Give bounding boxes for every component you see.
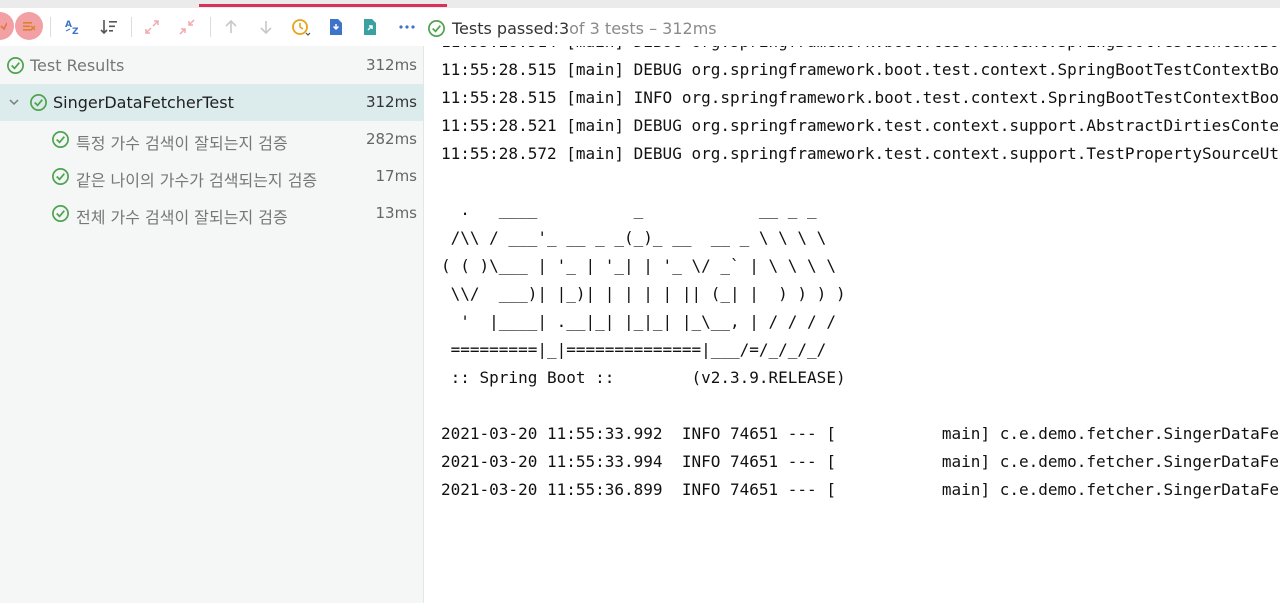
next-failed-test-button[interactable] — [252, 13, 280, 41]
console-line: 2021-03-20 11:55:33.992 INFO 74651 --- [… — [441, 424, 1280, 443]
tree-item-label: 전체 가수 검색이 잘되는지 검증 — [76, 208, 288, 227]
svg-text:A: A — [65, 20, 72, 30]
passed-check-icon — [52, 168, 69, 185]
console-line: ' |____| .__|_| |_|_| |_\__, | / / / / — [441, 312, 836, 331]
show-passed-toggle-button[interactable] — [0, 12, 14, 40]
tree-item-time: 13ms — [375, 204, 417, 222]
passed-check-icon — [52, 131, 69, 148]
check-icon — [0, 22, 7, 31]
tree-item-test[interactable]: 전체 가수 검색이 잘되는지 검증 13ms — [0, 195, 423, 232]
passed-check-icon — [52, 205, 69, 222]
tree-item-test-results[interactable]: Test Results 312ms — [0, 47, 423, 84]
tree-item-label: 같은 나이의 가수가 검색되는지 검증 — [76, 171, 318, 190]
svg-text:Z: Z — [72, 27, 79, 37]
console-line: . ____ _ __ _ _ — [441, 200, 817, 219]
arrow-up-icon — [225, 19, 237, 33]
toolbar-separator — [131, 17, 132, 37]
console-line: :: Spring Boot :: (v2.3.9.RELEASE) — [441, 368, 846, 387]
console-line: 2021-03-20 11:55:33.994 INFO 74651 --- [… — [441, 452, 1280, 471]
status-passed-label: Tests passed: — [452, 18, 559, 38]
test-runner-toolbar: A Z Tests passed: 3 of 3 tests – 312ms — [0, 8, 1280, 46]
expand-all-button[interactable] — [138, 13, 166, 41]
expand-icon — [145, 20, 159, 34]
collapse-icon — [179, 19, 195, 35]
sort-by-duration-button[interactable] — [95, 13, 123, 41]
test-status: Tests passed: 3 of 3 tests – 312ms — [427, 16, 717, 40]
toolbar-separator — [210, 17, 211, 37]
chevron-down-icon[interactable] — [8, 96, 20, 108]
sort-az-icon: A Z — [65, 20, 79, 37]
console-output[interactable]: 11:55:28.514 [main] DEBUG org.springfram… — [424, 46, 1280, 603]
sort-alphabetically-button[interactable]: A Z — [59, 13, 87, 41]
tree-item-time: 312ms — [365, 56, 417, 74]
sort-duration-icon — [100, 20, 117, 35]
tree-item-time: 17ms — [375, 167, 417, 185]
status-passed-count: 3 — [558, 18, 570, 38]
console-line: 11:55:28.515 [main] INFO org.springframe… — [441, 88, 1280, 107]
arrow-down-icon — [260, 21, 272, 35]
show-ignored-toggle-button[interactable] — [15, 12, 43, 40]
console-line: =========|_|==============|___/=/_/_/_/ — [441, 340, 827, 359]
status-summary: of 3 tests – 312ms — [569, 18, 717, 38]
previous-failed-test-button[interactable] — [217, 13, 245, 41]
passed-check-icon — [7, 57, 24, 74]
tree-item-label: SingerDataFetcherTest — [53, 93, 234, 112]
more-icon — [399, 25, 415, 29]
test-progress-indicator — [199, 4, 447, 7]
console-line: 11:55:28.521 [main] DEBUG org.springfram… — [441, 116, 1280, 135]
console-text: 11:55:28.514 [main] DEBUG org.springfram… — [441, 46, 1280, 504]
tree-item-suite[interactable]: SingerDataFetcherTest 312ms — [0, 84, 423, 121]
import-file-icon — [330, 19, 342, 35]
passed-check-icon — [30, 94, 47, 111]
tree-item-test[interactable]: 같은 나이의 가수가 검색되는지 검증 17ms — [0, 158, 423, 195]
tree-item-time: 282ms — [365, 130, 417, 148]
export-tests-button[interactable] — [356, 13, 384, 41]
history-icon — [292, 19, 311, 36]
collapse-all-button[interactable] — [173, 13, 201, 41]
export-file-icon — [364, 19, 376, 35]
passed-check-icon — [428, 19, 445, 37]
tree-item-test[interactable]: 특정 가수 검색이 잘되는지 검증 282ms — [0, 121, 423, 158]
more-options-button[interactable] — [393, 13, 421, 41]
tree-item-label: Test Results — [30, 56, 125, 75]
console-line: 2021-03-20 11:55:36.899 INFO 74651 --- [… — [441, 480, 1280, 499]
console-line: 11:55:28.514 [main] DEBUG org.springfram… — [441, 46, 1280, 51]
console-line: 11:55:28.515 [main] DEBUG org.springfram… — [441, 60, 1280, 79]
console-line: /\\ / ___'_ __ _ _(_)_ __ __ _ \ \ \ \ — [441, 228, 827, 247]
console-line: 11:55:28.572 [main] DEBUG org.springfram… — [441, 144, 1280, 163]
tree-item-time: 312ms — [365, 93, 417, 111]
test-history-button[interactable] — [287, 13, 315, 41]
ignored-icon — [23, 22, 36, 31]
test-results-tree: Test Results 312ms SingerDataFetcherTest… — [0, 46, 423, 603]
console-line: \\/ ___)| |_)| | | | | || (_| | ) ) ) ) — [441, 284, 846, 303]
toolbar-separator — [50, 17, 51, 37]
tree-item-label: 특정 가수 검색이 잘되는지 검증 — [76, 134, 288, 153]
top-strip — [0, 0, 1280, 8]
import-tests-button[interactable] — [322, 13, 350, 41]
console-line: ( ( )\___ | '_ | '_| | '_ \/ _` | \ \ \ … — [441, 256, 836, 275]
